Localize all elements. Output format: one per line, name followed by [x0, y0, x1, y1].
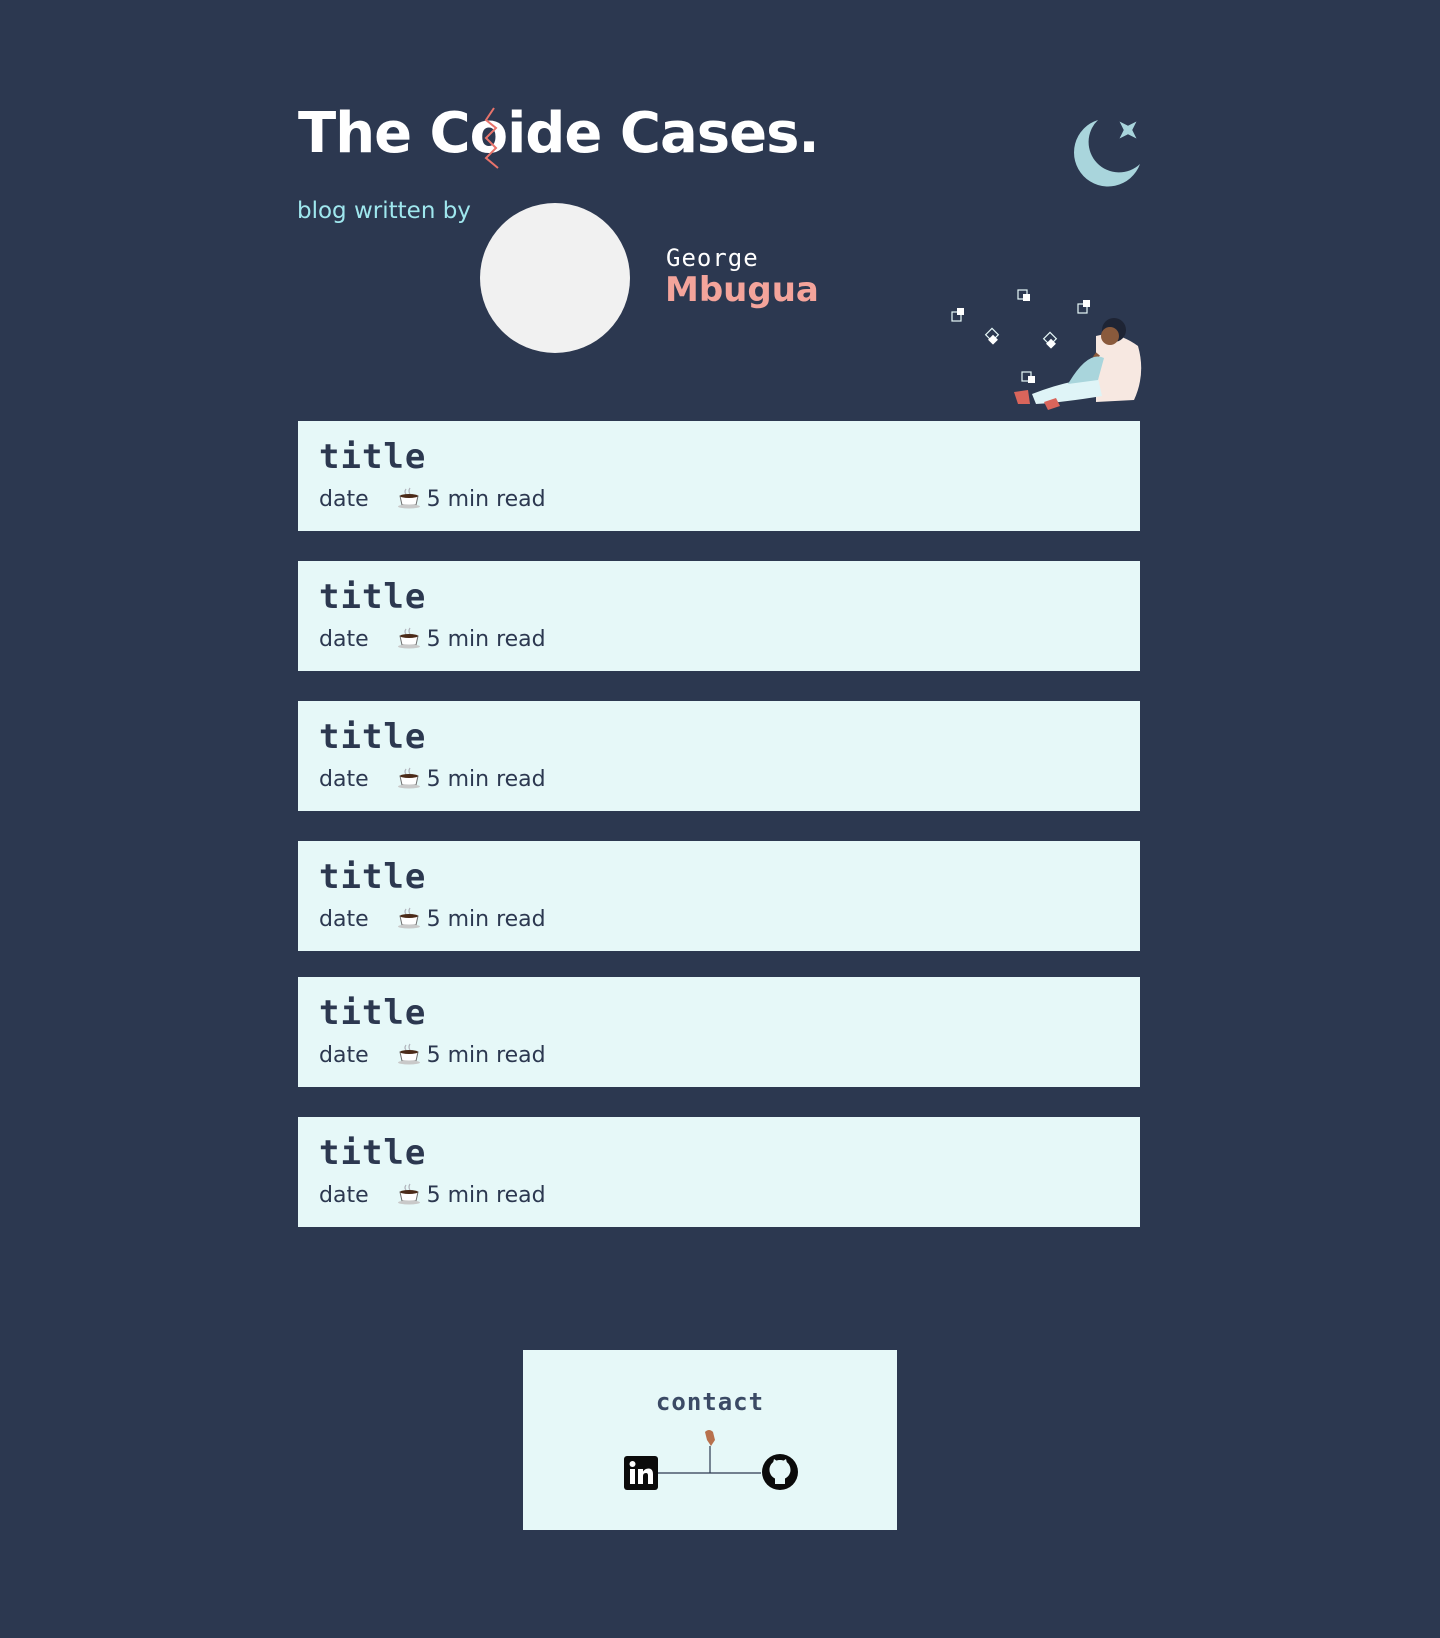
contact-card: contact — [523, 1350, 897, 1530]
post-meta: date 5 min read — [319, 907, 546, 932]
post-card[interactable]: title date 5 min read — [298, 841, 1140, 951]
post-read-time: 5 min read — [426, 907, 546, 932]
post-card[interactable]: title date 5 min read — [298, 561, 1140, 671]
reading-person-illustration — [951, 289, 1142, 410]
post-date: date — [319, 1183, 369, 1208]
site-title[interactable]: The Coide Cases. — [298, 106, 820, 162]
post-title[interactable]: title — [319, 437, 426, 477]
author-last-name: Mbugua — [665, 270, 819, 310]
post-title[interactable]: title — [319, 577, 426, 617]
coffee-cup-icon — [397, 767, 420, 789]
coffee-cup-icon — [397, 627, 420, 649]
post-title[interactable]: title — [319, 717, 426, 757]
page: The Coide Cases. blog written by George … — [0, 0, 1440, 1638]
tagline: blog written by — [297, 198, 471, 224]
coffee-cup-icon — [397, 1183, 420, 1205]
post-read-time: 5 min read — [426, 1183, 546, 1208]
coffee-cup-icon — [397, 907, 420, 929]
post-read-time: 5 min read — [426, 1043, 546, 1068]
post-card[interactable]: title date 5 min read — [298, 1117, 1140, 1227]
github-icon[interactable] — [761, 1453, 799, 1491]
post-meta: date 5 min read — [319, 487, 546, 512]
coffee-cup-icon — [397, 487, 420, 509]
contact-heading: contact — [655, 1388, 765, 1416]
coffee-cup-icon — [397, 1043, 420, 1065]
post-meta: date 5 min read — [319, 627, 546, 652]
moon-star-icon[interactable] — [1068, 116, 1144, 192]
post-date: date — [319, 627, 369, 652]
avatar — [480, 203, 630, 353]
post-date: date — [319, 487, 369, 512]
post-meta: date 5 min read — [319, 767, 546, 792]
post-read-time: 5 min read — [426, 627, 546, 652]
post-title[interactable]: title — [319, 857, 426, 897]
title-zigzag-mark — [484, 107, 499, 169]
linkedin-icon[interactable] — [624, 1456, 658, 1490]
post-read-time: 5 min read — [426, 767, 546, 792]
author-first-name: George — [666, 244, 759, 272]
post-title[interactable]: title — [319, 993, 426, 1033]
contact-links — [623, 1428, 803, 1498]
post-title[interactable]: title — [319, 1133, 426, 1173]
post-read-time: 5 min read — [426, 487, 546, 512]
post-card[interactable]: title date 5 min read — [298, 421, 1140, 531]
post-card[interactable]: title date 5 min read — [298, 701, 1140, 811]
post-meta: date 5 min read — [319, 1183, 546, 1208]
post-card[interactable]: title date 5 min read — [298, 977, 1140, 1087]
post-date: date — [319, 767, 369, 792]
post-meta: date 5 min read — [319, 1043, 546, 1068]
post-date: date — [319, 1043, 369, 1068]
post-date: date — [319, 907, 369, 932]
